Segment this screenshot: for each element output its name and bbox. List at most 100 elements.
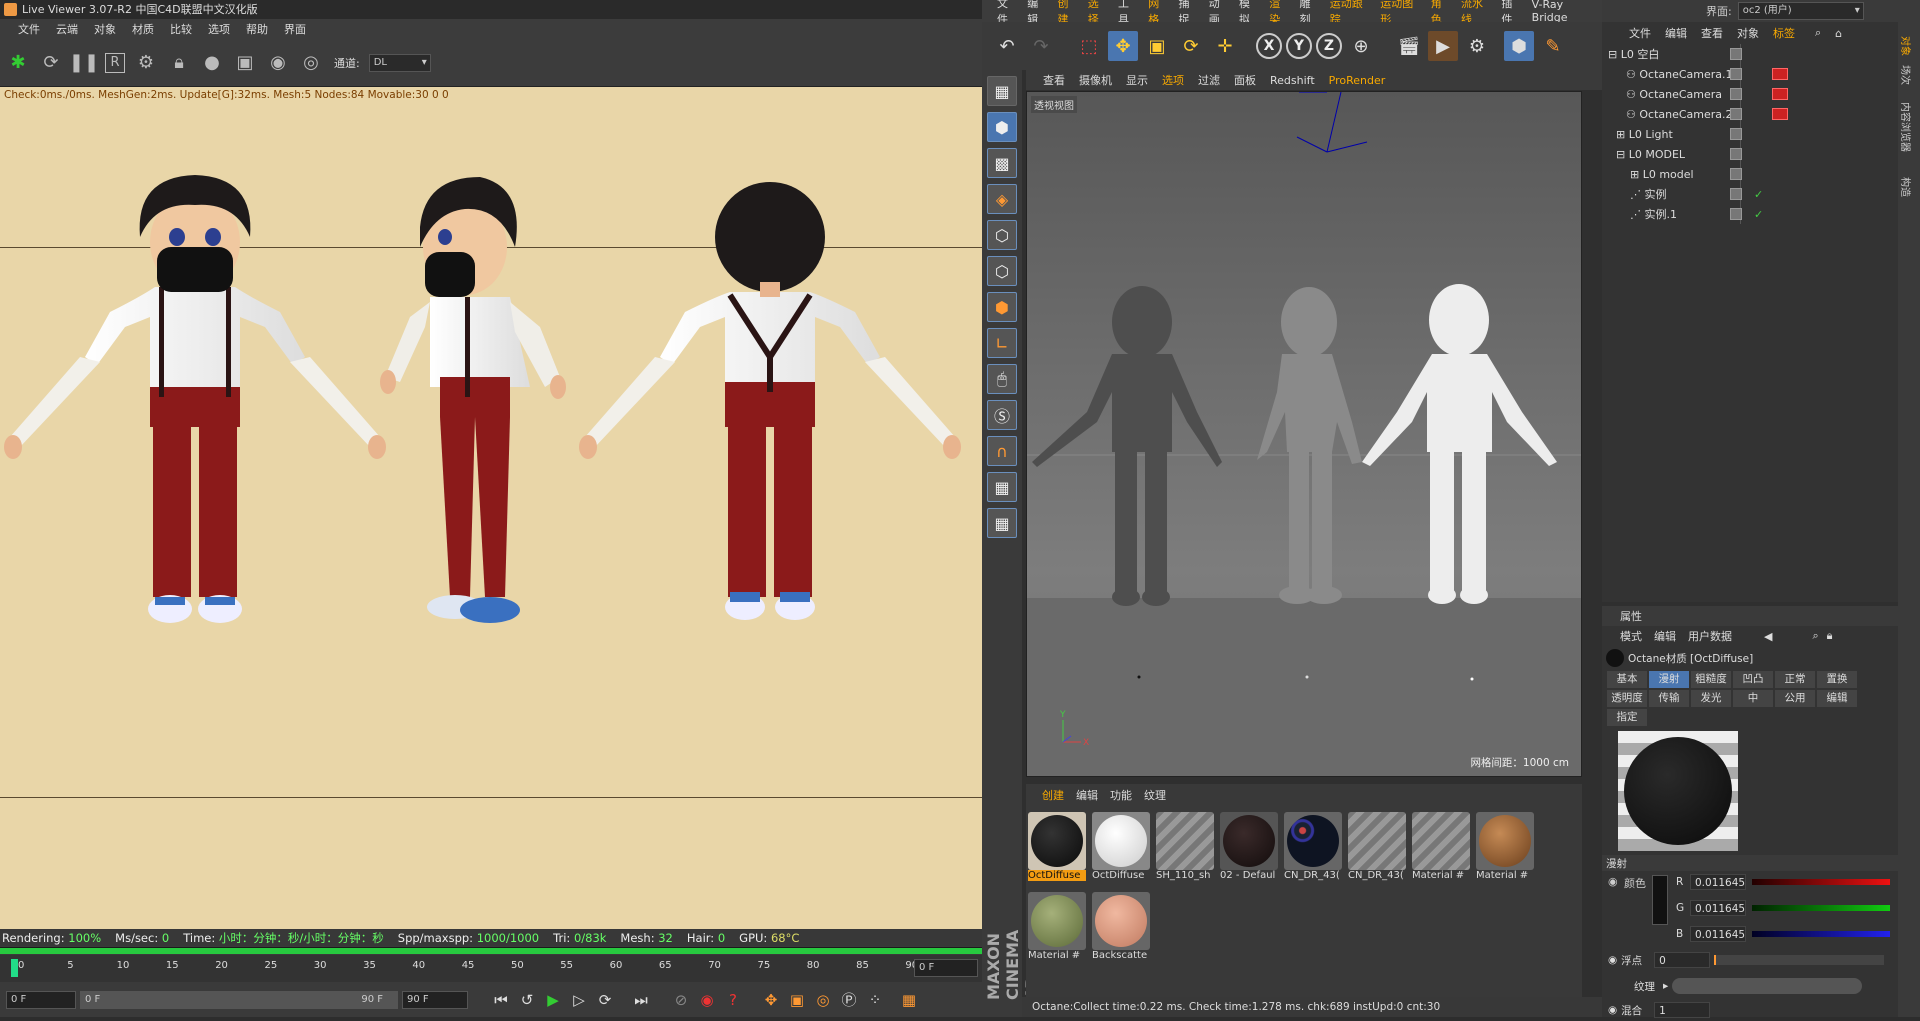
check-icon[interactable]: ✓ bbox=[1754, 188, 1763, 201]
channel-select[interactable]: DL ▾ bbox=[368, 53, 431, 72]
attr-menu-userdata[interactable]: 用户数据 bbox=[1688, 628, 1732, 644]
object-row[interactable]: ⚇ OctaneCamera.1 bbox=[1602, 64, 1898, 84]
r-slider[interactable] bbox=[1752, 879, 1890, 885]
frame-range-slider[interactable]: 0 F 90 F bbox=[80, 990, 398, 1009]
vp-menu-panel[interactable]: 面板 bbox=[1227, 72, 1263, 88]
material-swatch[interactable]: Material # bbox=[1412, 812, 1470, 890]
region-icon[interactable]: ▣ bbox=[233, 51, 257, 75]
texture-slot[interactable] bbox=[1672, 978, 1863, 994]
render-picture-viewer-icon[interactable]: ▶ bbox=[1428, 31, 1458, 61]
pen-icon[interactable]: ✎ bbox=[1538, 31, 1568, 61]
snap-icon[interactable]: ∩ bbox=[987, 436, 1017, 466]
pick-material-icon[interactable]: ◎ bbox=[299, 51, 323, 75]
timeline-ruler[interactable]: 0 5 10 15 20 25 30 35 40 45 50 55 60 65 70 75 80 85 90 0 F bbox=[0, 955, 982, 982]
material-swatch[interactable]: 02 - Defaul bbox=[1220, 812, 1278, 890]
cube-icon[interactable]: ⬢ bbox=[1504, 31, 1534, 61]
om-menu-edit[interactable]: 编辑 bbox=[1658, 25, 1694, 41]
pick-focus-icon[interactable]: ◉ bbox=[266, 51, 290, 75]
vp-menu-view[interactable]: 查看 bbox=[1036, 72, 1072, 88]
menu-file[interactable]: 文件 bbox=[10, 21, 48, 37]
go-to-start-icon[interactable]: ⏮ bbox=[490, 989, 512, 1011]
coordinate-system-icon[interactable]: ⊕ bbox=[1346, 31, 1376, 61]
back-arrow-icon[interactable]: ◀ bbox=[1764, 630, 1772, 643]
material-swatch[interactable]: SH_110_sh bbox=[1156, 812, 1214, 890]
tab-bump[interactable]: 凹凸 bbox=[1733, 671, 1773, 688]
material-swatch[interactable]: OctDiffuse bbox=[1028, 812, 1086, 890]
render-view[interactable]: Check:0ms./0ms. MeshGen:2ms. Update[G]:3… bbox=[0, 87, 982, 929]
tweak-mode-icon[interactable]: 🖱︎ bbox=[987, 364, 1017, 394]
material-swatch[interactable]: CN_DR_43( bbox=[1284, 812, 1342, 890]
interface-select[interactable]: oc2 (用户) ▾ bbox=[1737, 2, 1864, 20]
menu-help[interactable]: 帮助 bbox=[238, 21, 276, 37]
restart-icon[interactable]: ⟳ bbox=[39, 51, 63, 75]
param-key-icon[interactable]: Ⓟ bbox=[838, 989, 860, 1011]
object-row[interactable]: ⊞ L0 Light bbox=[1602, 124, 1898, 144]
x-axis-lock-icon[interactable]: X bbox=[1256, 33, 1282, 59]
om-menu-tags[interactable]: 标签 bbox=[1766, 25, 1802, 41]
record-icon[interactable]: ◉ bbox=[696, 989, 718, 1011]
color-swatch[interactable] bbox=[1652, 875, 1668, 925]
texture-mode-icon[interactable]: ▩ bbox=[987, 148, 1017, 178]
menu-options[interactable]: 选项 bbox=[200, 21, 238, 37]
vp-menu-redshift[interactable]: Redshift bbox=[1263, 74, 1322, 87]
live-selection-icon[interactable]: ⬚ bbox=[1074, 31, 1104, 61]
tab-diffuse[interactable]: 漫射 bbox=[1649, 671, 1689, 688]
scale-key-icon[interactable]: ▣ bbox=[786, 989, 808, 1011]
material-swatch[interactable]: OctDiffuse bbox=[1092, 812, 1150, 890]
om-menu-file[interactable]: 文件 bbox=[1622, 25, 1658, 41]
end-frame-field[interactable]: 90 F bbox=[402, 990, 468, 1009]
vp-menu-options[interactable]: 选项 bbox=[1155, 72, 1191, 88]
float-slider[interactable] bbox=[1714, 955, 1885, 965]
timeline-icon[interactable]: ▦ bbox=[898, 989, 920, 1011]
polygons-mode-icon[interactable]: ⬢ bbox=[987, 292, 1017, 322]
camera-tag-icon[interactable] bbox=[1772, 108, 1788, 120]
object-row[interactable]: ⋰ 实例 ✓ bbox=[1602, 184, 1898, 204]
object-row[interactable]: ⊟ L0 空白 bbox=[1602, 44, 1898, 64]
lock-icon[interactable]: 🔒︎ bbox=[167, 51, 191, 75]
tab-emission[interactable]: 发光 bbox=[1691, 690, 1731, 707]
float-value-field[interactable]: 0 bbox=[1654, 952, 1711, 968]
perspective-viewport[interactable]: 透视视图 YX 网格间距：1000 cm bbox=[1026, 91, 1582, 777]
om-menu-view[interactable]: 查看 bbox=[1694, 25, 1730, 41]
play-icon[interactable]: ▶ bbox=[542, 989, 564, 1011]
menu-material[interactable]: 材质 bbox=[124, 21, 162, 37]
lock-icon[interactable]: 🔒︎ bbox=[1827, 629, 1833, 643]
record-disabled-icon[interactable]: ⊘ bbox=[670, 989, 692, 1011]
om-menu-objects[interactable]: 对象 bbox=[1730, 25, 1766, 41]
arrow-icon[interactable]: ▸ bbox=[1663, 980, 1668, 992]
scale-icon[interactable]: ▣ bbox=[1142, 31, 1172, 61]
material-swatch[interactable]: CN_DR_43( bbox=[1348, 812, 1406, 890]
axis-mode-icon[interactable]: ∟ bbox=[987, 328, 1017, 358]
render-view-icon[interactable]: 🎬︎ bbox=[1394, 31, 1424, 61]
b-value-field[interactable]: 0.011645 bbox=[1690, 926, 1746, 942]
loop-icon[interactable]: ⟳ bbox=[594, 989, 616, 1011]
octane-render-icon[interactable]: ✱ bbox=[6, 51, 30, 75]
help-icon[interactable]: ? bbox=[722, 989, 744, 1011]
radio-icon[interactable]: ◉ bbox=[1608, 1004, 1617, 1016]
vp-menu-camera[interactable]: 摄像机 bbox=[1072, 72, 1119, 88]
search-icon[interactable]: ⌕ bbox=[1812, 629, 1818, 643]
b-slider[interactable] bbox=[1752, 931, 1890, 937]
render-region-icon[interactable]: R bbox=[105, 52, 125, 73]
points-mode-icon[interactable]: ⬡ bbox=[987, 220, 1017, 250]
rotate-key-icon[interactable]: ◎ bbox=[812, 989, 834, 1011]
object-row[interactable]: ⚇ OctaneCamera bbox=[1602, 84, 1898, 104]
z-axis-lock-icon[interactable]: Z bbox=[1316, 33, 1342, 59]
r-value-field[interactable]: 0.011645 bbox=[1690, 874, 1746, 890]
object-row[interactable]: ⊟ L0 MODEL bbox=[1602, 144, 1898, 164]
tab-normal[interactable]: 正常 bbox=[1775, 671, 1815, 688]
last-tool-icon[interactable]: ✛ bbox=[1210, 31, 1240, 61]
redo-icon[interactable]: ↷ bbox=[1026, 31, 1056, 61]
search-icon[interactable]: ⌕ bbox=[1808, 26, 1828, 40]
mat-menu-edit[interactable]: 编辑 bbox=[1070, 787, 1104, 803]
home-icon[interactable]: ⌂ bbox=[1828, 27, 1849, 40]
tab-transmission[interactable]: 传输 bbox=[1649, 690, 1689, 707]
vp-menu-filter[interactable]: 过滤 bbox=[1191, 72, 1227, 88]
pla-key-icon[interactable]: ⁘ bbox=[864, 989, 886, 1011]
side-tab-structure[interactable]: 构造 bbox=[1899, 177, 1914, 197]
y-axis-lock-icon[interactable]: Y bbox=[1286, 33, 1312, 59]
camera-tag-icon[interactable] bbox=[1772, 88, 1788, 100]
object-row[interactable]: ⚇ OctaneCamera.2 bbox=[1602, 104, 1898, 124]
lock-workplane-icon[interactable]: ▦ bbox=[987, 472, 1017, 502]
rotate-icon[interactable]: ⟳ bbox=[1176, 31, 1206, 61]
